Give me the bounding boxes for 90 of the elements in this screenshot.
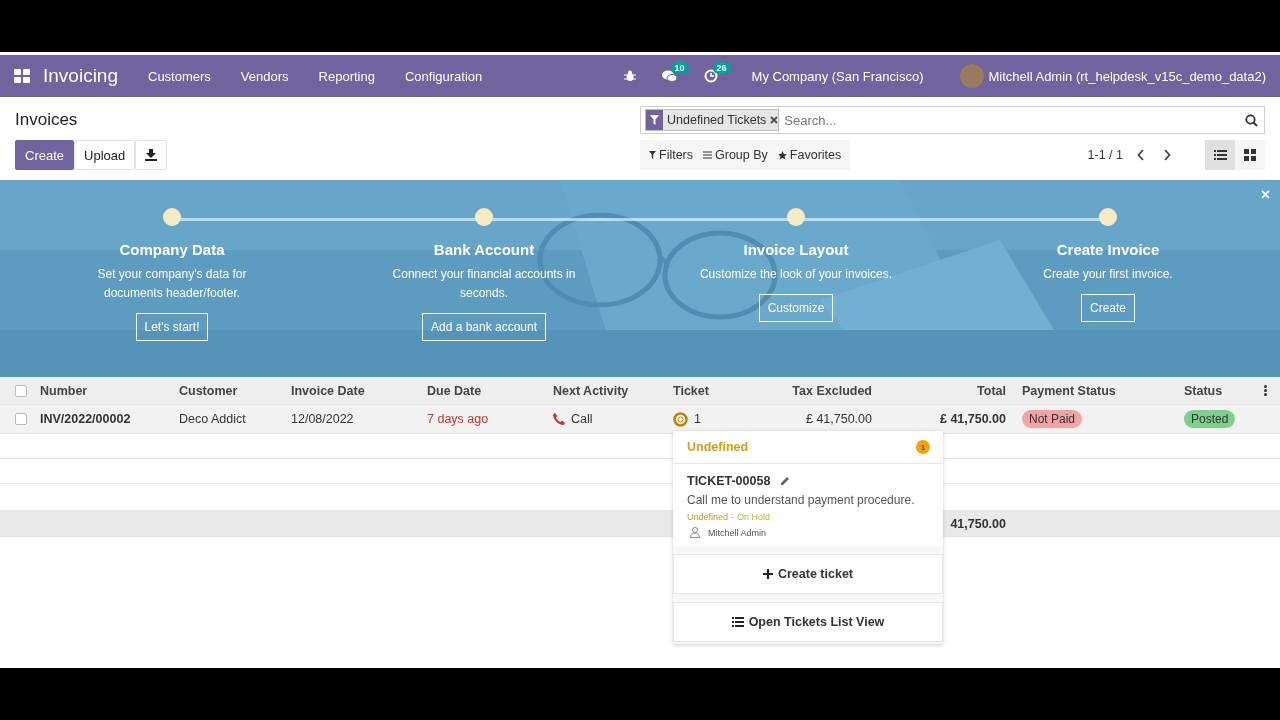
search-bar[interactable]: Undefined Tickets Search... bbox=[640, 106, 1265, 134]
group-title: Undefined bbox=[687, 440, 749, 454]
step-title: Create Invoice bbox=[1056, 241, 1160, 258]
select-all-checkbox[interactable] bbox=[15, 384, 27, 397]
previous-icon[interactable] bbox=[1137, 149, 1145, 161]
menu-item[interactable]: Vendors bbox=[240, 68, 289, 84]
step-title: Invoice Layout bbox=[743, 241, 849, 258]
user-icon bbox=[690, 527, 700, 538]
download-icon bbox=[145, 149, 158, 161]
column-header: Status bbox=[1183, 383, 1224, 398]
filter-menu-button[interactable]: Filters bbox=[644, 148, 699, 162]
step-button[interactable]: Let's start! bbox=[135, 313, 209, 341]
table-cell-text: 7 days ago bbox=[426, 412, 490, 426]
total-cell-text: 41,750.00 bbox=[949, 516, 1007, 531]
count-badge: 1 bbox=[916, 440, 930, 454]
column-header: Due Date bbox=[426, 383, 483, 398]
list-icon bbox=[1213, 149, 1227, 161]
activity-text: Call bbox=[571, 412, 593, 426]
step-description: Set your company's data for documents header/footer. bbox=[96, 266, 248, 302]
user-menu[interactable]: Mitchell Admin (rt_helpdesk_v15c_demo_data2) bbox=[988, 68, 1266, 84]
bug-icon[interactable] bbox=[623, 70, 636, 82]
status-tag: Posted bbox=[1184, 410, 1236, 428]
list-view-button[interactable] bbox=[1205, 140, 1235, 170]
ticket-stage: On Hold bbox=[737, 512, 771, 522]
remove-icon[interactable] bbox=[770, 116, 779, 124]
facet-label: Undefined Tickets bbox=[666, 113, 768, 127]
notification-badge: 26 bbox=[712, 62, 731, 74]
download-button[interactable] bbox=[135, 140, 168, 170]
chat-icon[interactable] bbox=[661, 69, 678, 83]
ticket-card[interactable]: TICKET-00058 Call me to understand payment procedure. Undefined - On Hold Mitchell Admin bbox=[673, 463, 943, 546]
lines-icon bbox=[703, 151, 713, 159]
clock-icon[interactable] bbox=[703, 69, 718, 83]
column-header: Next Activity bbox=[552, 383, 630, 398]
filter-menu-button[interactable]: Favorites bbox=[772, 148, 847, 162]
grid-icon bbox=[1244, 149, 1256, 161]
filter-icon bbox=[650, 115, 659, 125]
column-options-icon[interactable] bbox=[1264, 385, 1267, 396]
create-ticket-button[interactable]: Create ticket bbox=[673, 554, 943, 594]
kanban-view-button[interactable] bbox=[1235, 140, 1265, 170]
pencil-icon[interactable] bbox=[780, 476, 790, 486]
list-icon bbox=[731, 617, 744, 627]
step-description: Create your first invoice. bbox=[1043, 266, 1173, 283]
ticket-description: Call me to understand payment procedure. bbox=[687, 493, 916, 507]
row-checkbox[interactable] bbox=[15, 413, 27, 425]
star-icon bbox=[777, 150, 787, 160]
search-icon[interactable] bbox=[1245, 113, 1258, 127]
column-header: Number bbox=[39, 383, 89, 398]
next-icon[interactable] bbox=[1163, 149, 1171, 161]
ticket-assignee: Mitchell Admin bbox=[708, 527, 767, 538]
step-description: Customize the look of your invoices. bbox=[699, 266, 893, 283]
step-title: Bank Account bbox=[433, 241, 535, 258]
plus-icon bbox=[762, 569, 773, 579]
company-switcher[interactable]: My Company (San Francisco) bbox=[751, 68, 924, 84]
separator-text: - bbox=[731, 512, 735, 522]
column-header: Invoice Date bbox=[290, 383, 366, 398]
table-cell-text: Deco Addict bbox=[178, 412, 247, 426]
menu-item[interactable]: Reporting bbox=[318, 68, 375, 84]
phone-icon bbox=[553, 413, 565, 425]
table-cell-text: £ 41,750.00 bbox=[938, 412, 1007, 426]
filter-icon bbox=[649, 151, 656, 159]
ticket-name: TICKET-00058 bbox=[687, 474, 771, 488]
step-button[interactable]: Create bbox=[1081, 294, 1135, 322]
lifebuoy-icon[interactable] bbox=[673, 411, 688, 427]
status-tag: Not Paid bbox=[1022, 410, 1083, 428]
close-button[interactable]: × bbox=[1260, 186, 1270, 204]
table-cell-text: INV/2022/00002 bbox=[39, 412, 132, 426]
column-header: Payment Status bbox=[1021, 383, 1117, 398]
pager-text: 1-1 / 1 bbox=[1087, 148, 1123, 162]
step-title: Company Data bbox=[119, 241, 225, 258]
menu-item[interactable]: Configuration bbox=[404, 68, 483, 84]
upload-button[interactable]: Upload bbox=[74, 140, 136, 170]
step-button[interactable]: Add a bank account bbox=[421, 313, 547, 341]
apps-menu-icon[interactable] bbox=[14, 69, 30, 83]
step-description: Connect your financial accounts in seconds. bbox=[391, 266, 577, 302]
column-header: Ticket bbox=[672, 383, 710, 398]
column-header: Total bbox=[976, 383, 1007, 398]
table-cell-text: £ 41,750.00 bbox=[804, 412, 873, 426]
notification-badge: 10 bbox=[670, 62, 689, 74]
column-header: Tax Excluded bbox=[791, 383, 873, 398]
user-avatar bbox=[959, 64, 984, 88]
table-cell-text: 12/08/2022 bbox=[290, 412, 355, 426]
open-list-button[interactable]: Open Tickets List View bbox=[673, 602, 943, 642]
page-title: Invoices bbox=[15, 110, 79, 130]
create-button[interactable]: Create bbox=[15, 140, 75, 170]
column-header: Customer bbox=[178, 383, 239, 398]
menu-item[interactable]: Customers bbox=[148, 68, 211, 84]
app-title: Invoicing bbox=[43, 65, 118, 87]
ticket-team: Undefined bbox=[687, 512, 729, 522]
ticket-count: 1 bbox=[694, 412, 701, 426]
filter-menu-button[interactable]: Group By bbox=[698, 148, 773, 162]
